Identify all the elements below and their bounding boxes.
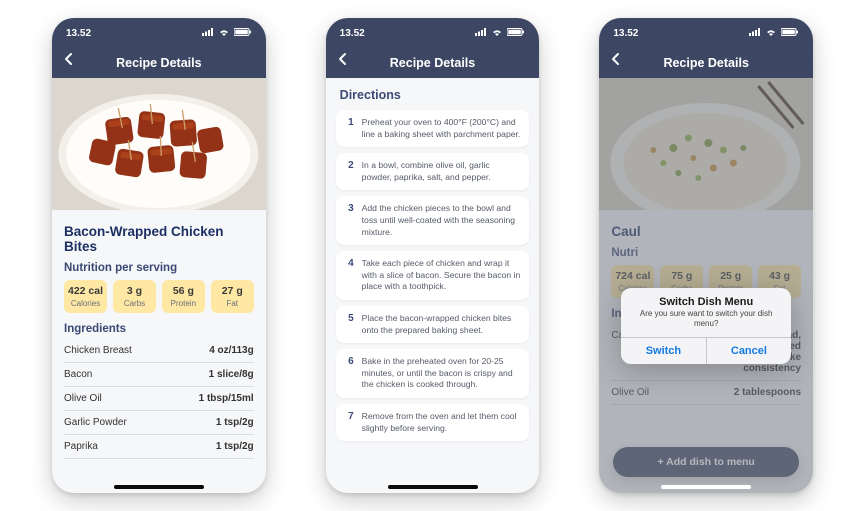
ingredient-row: Bacon1 slice/8g bbox=[64, 363, 254, 387]
status-icons bbox=[749, 28, 799, 39]
signal-icon bbox=[749, 28, 761, 39]
nutrition-heading: Nutrition per serving bbox=[64, 262, 254, 274]
direction-step: 3Add the chicken pieces to the bowl and … bbox=[336, 196, 530, 245]
battery-icon bbox=[234, 28, 252, 39]
status-time: 13.52 bbox=[66, 28, 91, 39]
nutrition-row: 422 calCalories 3 gCarbs 56 gProtein 27 … bbox=[64, 280, 254, 313]
nav-title: Recipe Details bbox=[390, 56, 475, 70]
home-indicator[interactable] bbox=[388, 485, 478, 489]
signal-icon bbox=[202, 28, 214, 39]
wifi-icon bbox=[765, 28, 777, 39]
alert-message: Are you sure want to switch your dish me… bbox=[621, 309, 791, 337]
ingredient-row: Chicken Breast4 oz/113g bbox=[64, 339, 254, 363]
direction-step: 1Preheat your oven to 400°F (200°C) and … bbox=[336, 110, 530, 147]
content-area[interactable]: Caul Nutri 724 calCalories 75 gCarbs 25 … bbox=[599, 78, 813, 493]
nav-title: Recipe Details bbox=[663, 56, 748, 70]
status-bar: 13.52 bbox=[52, 18, 266, 48]
phone-screen-1: 13.52 Recipe Details bbox=[52, 18, 266, 493]
status-icons bbox=[475, 28, 525, 39]
wifi-icon bbox=[218, 28, 230, 39]
recipe-title: Caul bbox=[611, 224, 801, 239]
status-bar: 13.52 bbox=[599, 18, 813, 48]
add-dish-button[interactable]: + Add dish to menu bbox=[613, 447, 799, 477]
content-area[interactable]: Directions 1Preheat your oven to 400°F (… bbox=[326, 78, 540, 493]
ingredient-row: Garlic Powder1 tsp/2g bbox=[64, 411, 254, 435]
ingredients-heading: Ingredients bbox=[64, 323, 254, 335]
alert-title: Switch Dish Menu bbox=[621, 288, 791, 309]
back-button[interactable] bbox=[609, 52, 623, 70]
battery-icon bbox=[781, 28, 799, 39]
nav-bar: Recipe Details bbox=[599, 48, 813, 78]
alert-cancel-button[interactable]: Cancel bbox=[706, 338, 792, 364]
nav-bar: Recipe Details bbox=[52, 48, 266, 78]
direction-step: 4Take each piece of chicken and wrap it … bbox=[336, 251, 530, 300]
content-area[interactable]: Bacon-Wrapped Chicken Bites Nutrition pe… bbox=[52, 78, 266, 493]
nav-bar: Recipe Details bbox=[326, 48, 540, 78]
status-bar: 13.52 bbox=[326, 18, 540, 48]
battery-icon bbox=[507, 28, 525, 39]
direction-step: 7Remove from the oven and let them cool … bbox=[336, 404, 530, 441]
direction-step: 6Bake in the preheated oven for 20-25 mi… bbox=[336, 349, 530, 398]
recipe-title: Bacon-Wrapped Chicken Bites bbox=[64, 224, 254, 254]
ingredient-row: Olive Oil1 tbsp/15ml bbox=[64, 387, 254, 411]
direction-step: 2In a bowl, combine olive oil, garlic po… bbox=[336, 153, 530, 190]
nutrition-carbs: 3 gCarbs bbox=[113, 280, 156, 313]
phone-screen-3: 13.52 Recipe Details bbox=[599, 18, 813, 493]
status-time: 13.52 bbox=[613, 28, 638, 39]
alert-switch-button[interactable]: Switch bbox=[621, 338, 706, 364]
recipe-hero-image bbox=[52, 78, 266, 210]
wifi-icon bbox=[491, 28, 503, 39]
status-time: 13.52 bbox=[340, 28, 365, 39]
nav-title: Recipe Details bbox=[116, 56, 201, 70]
nutrition-protein: 56 gProtein bbox=[162, 280, 205, 313]
home-indicator[interactable] bbox=[114, 485, 204, 489]
nutrition-heading: Nutri bbox=[611, 247, 801, 259]
phone-screen-2: 13.52 Recipe Details Directions 1Preheat… bbox=[326, 18, 540, 493]
nutrition-calories: 422 calCalories bbox=[64, 280, 107, 313]
ingredient-row: Paprika1 tsp/2g bbox=[64, 435, 254, 459]
switch-dish-alert: Switch Dish Menu Are you sure want to sw… bbox=[621, 288, 791, 364]
home-indicator[interactable] bbox=[661, 485, 751, 489]
directions-heading: Directions bbox=[326, 78, 540, 104]
status-icons bbox=[202, 28, 252, 39]
back-button[interactable] bbox=[62, 52, 76, 70]
signal-icon bbox=[475, 28, 487, 39]
recipe-hero-image bbox=[599, 78, 813, 210]
back-button[interactable] bbox=[336, 52, 350, 70]
ingredient-row: Olive Oil2 tablespoons bbox=[611, 381, 801, 405]
nutrition-fat: 27 gFat bbox=[211, 280, 254, 313]
direction-step: 5Place the bacon-wrapped chicken bites o… bbox=[336, 306, 530, 343]
